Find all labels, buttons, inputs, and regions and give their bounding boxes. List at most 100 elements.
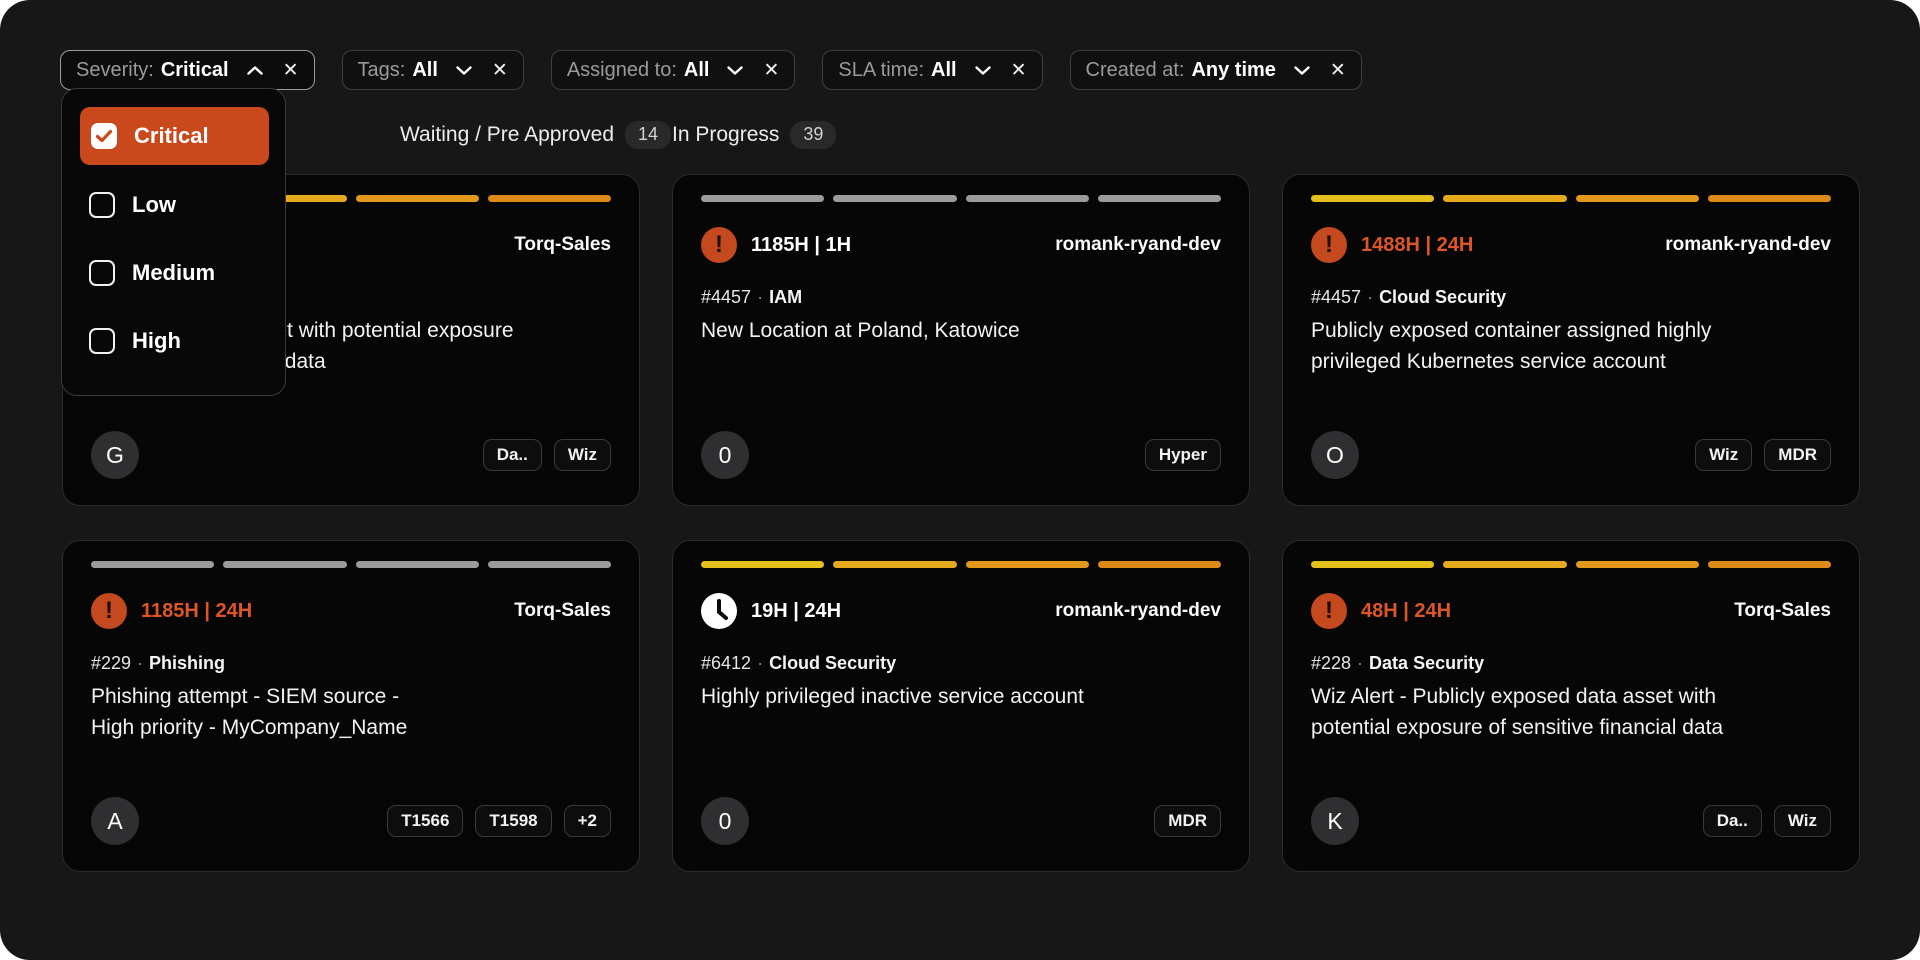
- close-icon[interactable]: ✕: [1330, 61, 1346, 80]
- progress-segment: [488, 561, 611, 568]
- column-title: In Progress: [672, 123, 779, 147]
- card-footer: A T1566 T1598 +2: [91, 797, 611, 845]
- assignee-team: Torq-Sales: [1734, 600, 1831, 622]
- progress-segment: [833, 561, 956, 568]
- card-footer: G Da.. Wiz: [91, 431, 611, 479]
- column-header-waiting: Waiting / Pre Approved 14: [400, 119, 671, 151]
- tag-list: Wiz MDR: [1695, 439, 1831, 472]
- sla-time: 19H | 24H: [751, 600, 841, 623]
- avatar: 0: [701, 431, 749, 479]
- incident-title: Wiz Alert - Publicly exposed data asset …: [1311, 681, 1831, 743]
- assignee-team: romank-ryand-dev: [1055, 600, 1221, 622]
- ticket-id: #6412: [701, 653, 751, 673]
- assignee-team: romank-ryand-dev: [1665, 234, 1831, 256]
- filter-assigned-value: All: [684, 59, 710, 82]
- progress-segment: [966, 195, 1089, 202]
- chevron-down-icon[interactable]: [1293, 65, 1311, 76]
- ticket-id-row: #229·Phishing: [91, 653, 611, 674]
- exclamation-circle-icon: !: [91, 593, 127, 629]
- ticket-category: Phishing: [149, 653, 225, 673]
- ticket-category: IAM: [769, 287, 802, 307]
- ticket-id: #4457: [1311, 287, 1361, 307]
- incident-card[interactable]: ! 1488H | 24H romank-ryand-dev #4457·Clo…: [1282, 174, 1860, 506]
- tag-chip: Wiz: [1695, 439, 1752, 472]
- dropdown-option-medium[interactable]: Medium: [76, 245, 271, 301]
- filter-created-label: Created at:: [1086, 59, 1185, 82]
- chevron-up-icon[interactable]: [246, 65, 264, 76]
- card-header-row: ! 1488H | 24H romank-ryand-dev: [1311, 225, 1831, 265]
- tag-chip: MDR: [1154, 805, 1221, 838]
- ticket-id-row: #4457·IAM: [701, 287, 1221, 308]
- dropdown-option-high[interactable]: High: [76, 313, 271, 369]
- tag-chip: Hyper: [1145, 439, 1221, 472]
- ticket-id-row: #4457·Cloud Security: [1311, 287, 1831, 308]
- dot-separator: ·: [1351, 653, 1369, 673]
- progress-segment: [1576, 561, 1699, 568]
- clock-icon: [701, 593, 737, 629]
- tag-chip: Da..: [1703, 805, 1762, 838]
- incident-title: Phishing attempt - SIEM source - High pr…: [91, 681, 611, 743]
- incident-card[interactable]: 19H | 24H romank-ryand-dev #6412·Cloud S…: [672, 540, 1250, 872]
- filter-severity[interactable]: Severity: Critical ✕: [60, 50, 315, 90]
- option-label: High: [132, 328, 181, 354]
- close-icon[interactable]: ✕: [763, 61, 779, 80]
- exclamation-circle-icon: !: [701, 227, 737, 263]
- option-label: Medium: [132, 260, 215, 286]
- filter-sla-time[interactable]: SLA time: All ✕: [822, 50, 1042, 90]
- progress-segment: [1708, 561, 1831, 568]
- filter-created-at[interactable]: Created at: Any time ✕: [1070, 50, 1362, 90]
- close-icon[interactable]: ✕: [1011, 61, 1027, 80]
- tag-chip: Da..: [483, 439, 542, 472]
- tag-chip: T1566: [387, 805, 463, 838]
- checkbox-empty-icon[interactable]: [89, 328, 115, 354]
- sla-progress-bar: [701, 195, 1221, 202]
- filter-severity-label: Severity:: [76, 59, 154, 82]
- incident-card[interactable]: ! 48H | 24H Torq-Sales #228·Data Securit…: [1282, 540, 1860, 872]
- assignee-team: romank-ryand-dev: [1055, 234, 1221, 256]
- card-header-row: ! 1185H | 24H Torq-Sales: [91, 591, 611, 631]
- avatar: 0: [701, 797, 749, 845]
- card-header-row: ! 1185H | 1H romank-ryand-dev: [701, 225, 1221, 265]
- ticket-id: #4457: [701, 287, 751, 307]
- assignee-team: Torq-Sales: [514, 600, 611, 622]
- incident-card[interactable]: ! 1185H | 24H Torq-Sales #229·Phishing P…: [62, 540, 640, 872]
- close-icon[interactable]: ✕: [492, 61, 508, 80]
- filter-assigned-label: Assigned to:: [567, 59, 677, 82]
- filter-sla-label: SLA time:: [838, 59, 924, 82]
- sla-progress-bar: [1311, 561, 1831, 568]
- avatar: K: [1311, 797, 1359, 845]
- card-header-row: 19H | 24H romank-ryand-dev: [701, 591, 1221, 631]
- tag-chip: T1598: [475, 805, 551, 838]
- checkbox-empty-icon[interactable]: [89, 260, 115, 286]
- progress-segment: [701, 195, 824, 202]
- ticket-category: Cloud Security: [769, 653, 896, 673]
- sla-time: 1185H | 1H: [751, 234, 851, 257]
- progress-segment: [1311, 195, 1434, 202]
- incident-title: Publicly exposed container assigned high…: [1311, 315, 1831, 377]
- progress-segment: [966, 561, 1089, 568]
- chevron-down-icon[interactable]: [974, 65, 992, 76]
- dropdown-option-critical[interactable]: Critical: [80, 107, 269, 165]
- checkbox-empty-icon[interactable]: [89, 192, 115, 218]
- close-icon[interactable]: ✕: [283, 61, 299, 80]
- tag-list: Hyper: [1145, 439, 1221, 472]
- filter-assigned-to[interactable]: Assigned to: All ✕: [551, 50, 796, 90]
- sla-time: 48H | 24H: [1361, 600, 1451, 623]
- filter-tags[interactable]: Tags: All ✕: [342, 50, 524, 90]
- chevron-down-icon[interactable]: [726, 65, 744, 76]
- ticket-id-row: #6412·Cloud Security: [701, 653, 1221, 674]
- ticket-category: Cloud Security: [1379, 287, 1506, 307]
- dropdown-option-low[interactable]: Low: [76, 177, 271, 233]
- progress-segment: [488, 195, 611, 202]
- checkbox-checked-icon[interactable]: [91, 123, 117, 149]
- card-footer: K Da.. Wiz: [1311, 797, 1831, 845]
- chevron-down-icon[interactable]: [455, 65, 473, 76]
- tag-list: T1566 T1598 +2: [387, 805, 611, 838]
- tag-overflow-chip[interactable]: +2: [564, 805, 611, 838]
- filter-severity-value: Critical: [161, 59, 229, 82]
- column-count-badge: 14: [625, 121, 671, 149]
- incident-card[interactable]: ! 1185H | 1H romank-ryand-dev #4457·IAM …: [672, 174, 1250, 506]
- incident-board: Severity: Critical ✕ Tags: All ✕ Assigne…: [0, 0, 1920, 960]
- avatar: G: [91, 431, 139, 479]
- dot-separator: ·: [1361, 287, 1379, 307]
